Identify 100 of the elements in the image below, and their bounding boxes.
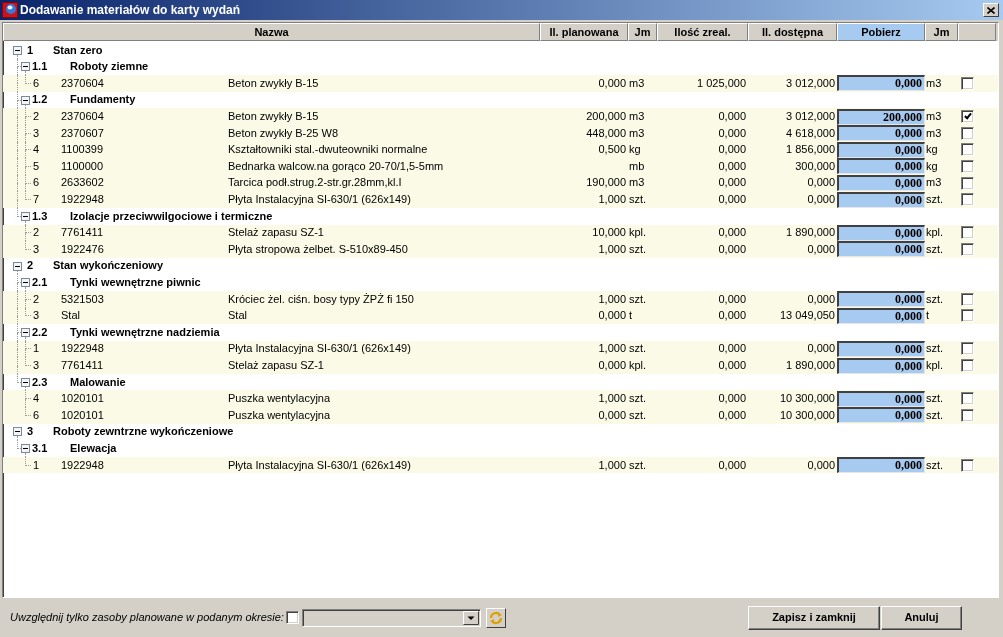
quantity-input[interactable]: 0,000 [837, 241, 925, 258]
collapse-icon[interactable] [21, 278, 30, 288]
collapse-icon[interactable] [13, 427, 22, 437]
collapse-icon[interactable] [21, 377, 30, 387]
row-checkbox[interactable] [961, 159, 974, 173]
table-row[interactable]: 2 5321503 Króciec żel. ciśn. bosy typy ŻPŻ fi 150 1,000 szt. 0,000 0,000 0,000 szt. [3, 290, 998, 308]
unit: kg [925, 143, 938, 157]
row-checkbox[interactable] [961, 77, 974, 90]
close-button[interactable] [983, 3, 999, 17]
material-name: Beton zwykły B-15 [228, 76, 319, 91]
table-row[interactable]: 6 2370604 Beton zwykły B-15 0,000 m3 1 025,000 3 012,000 0,000 m3 [3, 75, 998, 92]
row-checkbox[interactable] [961, 458, 974, 472]
collapse-icon[interactable] [21, 444, 30, 454]
material-name: Puszka wentylacyjna [228, 408, 331, 422]
collapse-icon[interactable] [13, 45, 22, 55]
column-header[interactable]: Pobierz [837, 23, 925, 41]
table-row[interactable]: 6 1020101 Puszka wentylacyjna 0,000 szt. 0,000 10 300,000 0,000 szt. [3, 407, 998, 424]
material-code: 2370604 [61, 76, 104, 91]
column-header[interactable]: Nazwa [3, 23, 540, 41]
quantity-input[interactable]: 0,000 [837, 125, 925, 142]
quantity-input[interactable]: 0,000 [837, 407, 925, 424]
column-header[interactable]: Jm [925, 23, 958, 41]
collapse-icon[interactable] [21, 327, 30, 337]
row-checkbox[interactable] [961, 359, 974, 373]
realized-quantity: 0,000 [718, 110, 747, 124]
group-name: Izolacje przeciwwilgociowe i termiczne [70, 209, 273, 223]
collapse-icon[interactable] [21, 62, 30, 72]
quantity-input[interactable]: 0,000 [837, 175, 925, 192]
column-header[interactable]: Il. planowana [540, 23, 628, 41]
group-number: 1.2 [32, 93, 48, 107]
row-checkbox[interactable] [961, 193, 974, 207]
realized-quantity: 0,000 [718, 359, 747, 373]
planned-quantity: 448,000 [586, 126, 627, 140]
row-checkbox[interactable] [961, 242, 974, 256]
window-title: Dodawanie materiałów do karty wydań [20, 2, 241, 18]
unit: szt. [925, 458, 944, 472]
quantity-input[interactable]: 0,000 [837, 158, 925, 175]
filter-checkbox[interactable] [285, 611, 299, 624]
save-close-button[interactable]: Zapisz i zamknij [748, 605, 880, 630]
row-checkbox[interactable] [961, 342, 974, 356]
realized-quantity: 0,000 [718, 309, 747, 323]
globe-icon [2, 2, 18, 18]
row-checkbox[interactable] [961, 292, 974, 306]
realized-quantity: 0,000 [718, 392, 747, 406]
available-quantity: 13 049,050 [779, 309, 836, 323]
collapse-icon[interactable] [21, 211, 30, 221]
table-row[interactable]: 1 1922948 Płyta Instalacyjna SI-630/1 (626x149) 1,000 szt. 0,000 0,000 0,000 szt. [3, 456, 998, 474]
quantity-input[interactable]: 0,000 [837, 457, 925, 474]
table-row[interactable]: 3 1922476 Płyta stropowa żelbet. S-510x89-450 1,000 szt. 0,000 0,000 0,000 szt. [3, 241, 998, 258]
planned-quantity: 0,000 [598, 359, 627, 373]
cancel-button[interactable]: Anuluj [881, 605, 962, 630]
row-checkbox[interactable] [961, 176, 974, 190]
row-checkbox[interactable] [961, 126, 974, 140]
material-code: Stal [61, 309, 80, 323]
row-checkbox[interactable] [961, 408, 974, 422]
unit: szt. [925, 408, 944, 422]
quantity-input[interactable]: 0,000 [837, 224, 925, 241]
refresh-button[interactable] [485, 607, 506, 628]
material-code: 2370607 [61, 126, 104, 140]
table-row[interactable]: 2 7761411 Stelaż zapasu SZ-1 10,000 kpl. 0,000 1 890,000 0,000 kpl. [3, 224, 998, 242]
column-header[interactable]: Ilość zreal. [657, 23, 748, 41]
unit: t [925, 309, 930, 323]
material-name: Bednarka walcow.na gorąco 20-70/1,5-5mm [228, 159, 444, 174]
group-number: 3 [27, 425, 34, 439]
planned-quantity: 1,000 [598, 392, 627, 406]
table-row[interactable]: 4 1020101 Puszka wentylacyjna 1,000 szt. 0,000 10 300,000 0,000 szt. [3, 390, 998, 408]
row-number: 1 [33, 458, 40, 472]
quantity-input[interactable]: 0,000 [837, 390, 925, 407]
quantity-input[interactable]: 0,000 [837, 341, 925, 357]
planned-quantity: 1,000 [598, 342, 627, 356]
quantity-input[interactable]: 0,000 [837, 357, 925, 374]
collapse-icon[interactable] [13, 261, 22, 271]
table-row[interactable]: 5 1100000 Bednarka walcow.na gorąco 20-70/1,5-5mm mb 0,000 300,000 0,000 kg [3, 158, 998, 175]
row-checkbox[interactable] [961, 309, 974, 323]
material-name: Płyta Instalacyjna SI-630/1 (626x149) [228, 458, 411, 472]
quantity-input[interactable]: 0,000 [837, 191, 925, 208]
collapse-icon[interactable] [21, 95, 30, 105]
caret-icon [462, 610, 479, 625]
table-row[interactable]: 3 7761411 Stelaż zapasu SZ-1 0,000 kpl. 0,000 1 890,000 0,000 kpl. [3, 357, 998, 374]
quantity-input[interactable]: 0,000 [837, 291, 925, 308]
unit: m3 [628, 126, 645, 140]
column-header[interactable]: Jm [628, 23, 657, 41]
table-row[interactable]: 7 1922948 Płyta Instalacyjna SI-630/1 (626x149) 1,000 szt. 0,000 0,000 0,000 szt. [3, 191, 998, 208]
group-number: 3.1 [32, 441, 48, 456]
quantity-input[interactable]: 200,000 [837, 108, 925, 125]
row-checkbox[interactable] [961, 143, 974, 157]
quantity-input[interactable]: 0,000 [837, 75, 925, 92]
material-name: Tarcica podł.strug.2-str.gr.28mm,kl.I [228, 176, 402, 190]
row-number: 3 [33, 126, 40, 140]
column-header[interactable]: Il. dostępna [748, 23, 837, 41]
unit: kg [628, 143, 641, 157]
row-checkbox[interactable] [961, 110, 974, 124]
group-number: 2.2 [32, 325, 48, 339]
table-row[interactable]: 2 2370604 Beton zwykły B-15 200,000 m3 0,000 3 012,000 200,000 m3 [3, 108, 998, 125]
planned-quantity: 190,000 [586, 176, 627, 190]
material-name: Stelaż zapasu SZ-1 [228, 226, 324, 240]
table-row[interactable]: 1 1922948 Płyta Instalacyjna SI-630/1 (626x149) 1,000 szt. 0,000 0,000 0,000 szt. [3, 340, 998, 358]
realized-quantity: 0,000 [718, 126, 747, 140]
row-checkbox[interactable] [961, 392, 974, 406]
row-checkbox[interactable] [961, 226, 974, 240]
